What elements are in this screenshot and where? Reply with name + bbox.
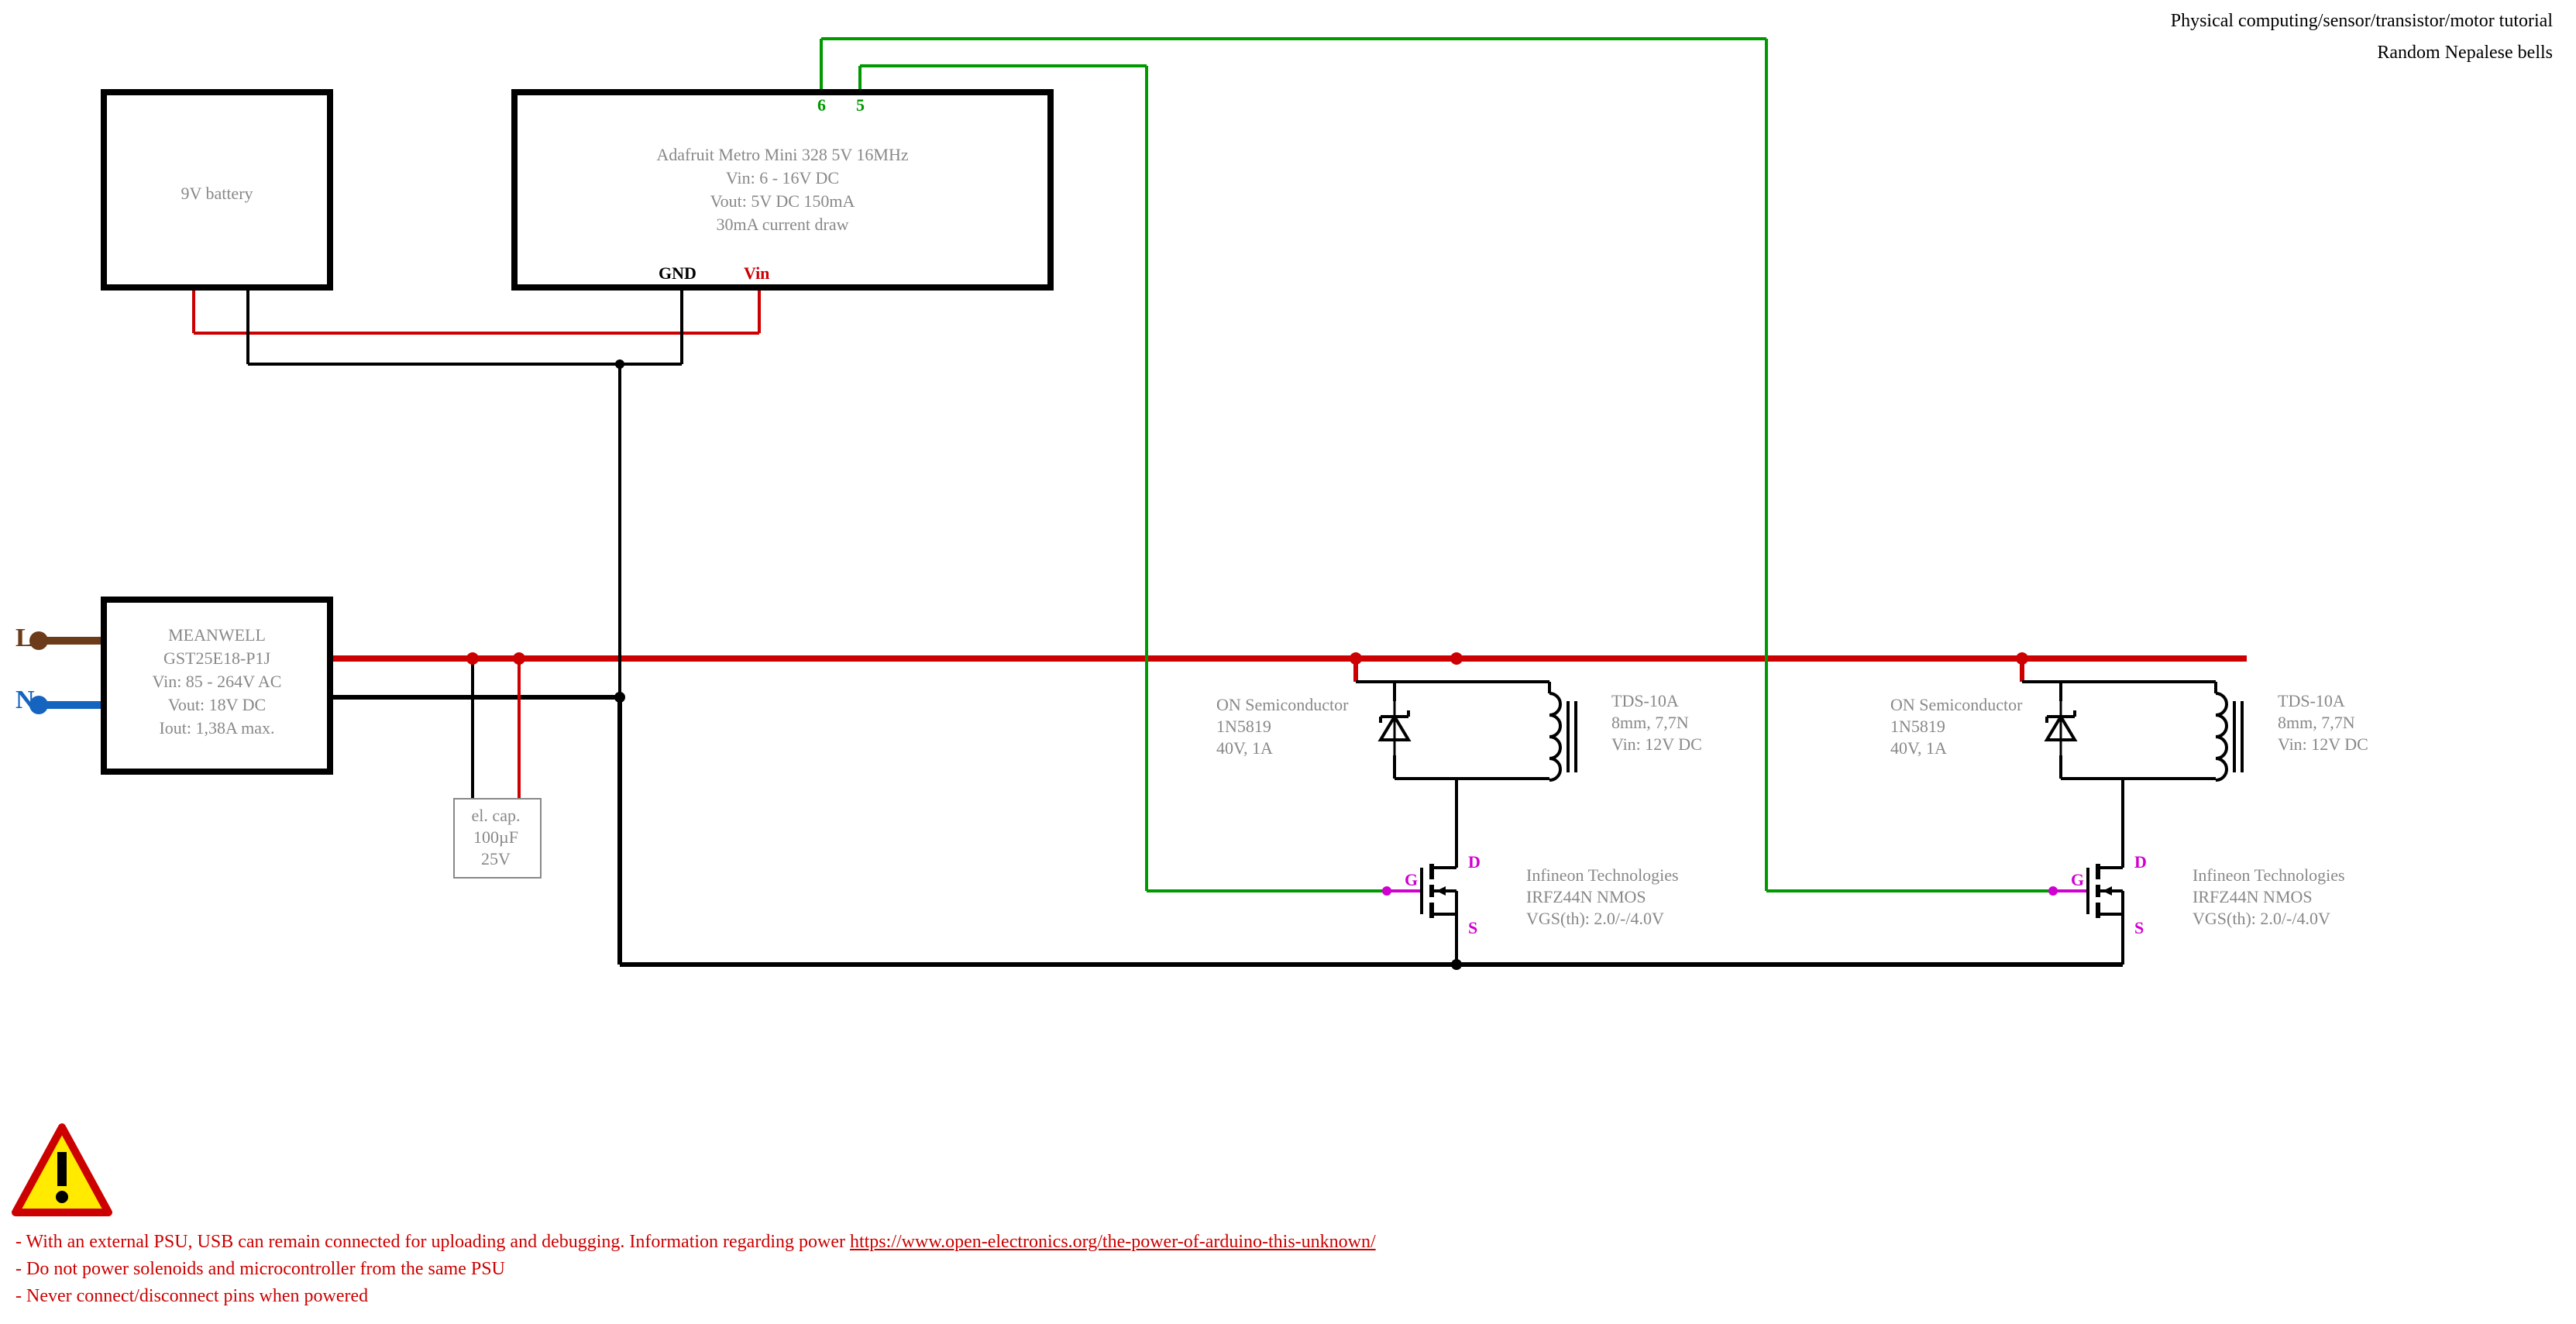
diode1-line1: ON Semiconductor [1216, 693, 1348, 717]
psu-line4: Vout: 18V DC [101, 693, 333, 717]
sol1-line3: Vin: 12V DC [1611, 733, 1702, 756]
mcu-line3: Vout: 5V DC 150mA [511, 190, 1054, 213]
warn-1-link[interactable]: https://www.open-electronics.org/the-pow… [850, 1232, 1376, 1252]
sol2-line1: TDS-10A [2278, 690, 2345, 713]
diode1-line2: 1N5819 [1216, 715, 1271, 738]
mains-L: L [15, 624, 33, 653]
sol2-line3: Vin: 12V DC [2278, 733, 2368, 756]
page-title-2: Random Nepalese bells [2377, 43, 2553, 64]
mosfet1-line1: Infineon Technologies [1526, 864, 1679, 887]
warn-3: - Never connect/disconnect pins when pow… [15, 1286, 368, 1307]
sol1-line1: TDS-10A [1611, 690, 1679, 713]
cap-line2: 100µF [453, 826, 538, 849]
psu-line2: GST25E18-P1J [101, 647, 333, 670]
mcu-line1: Adafruit Metro Mini 328 5V 16MHz [511, 143, 1054, 167]
mcu-line2: Vin: 6 - 16V DC [511, 167, 1054, 190]
warn-2: - Do not power solenoids and microcontro… [15, 1259, 505, 1280]
psu-line3: Vin: 85 - 264V AC [101, 670, 333, 693]
page-title-1: Physical computing/sensor/transistor/mot… [2171, 11, 2553, 32]
mosfet2-line3: VGS(th): 2.0/-/4.0V [2193, 907, 2330, 930]
mosfet2-G: G [2071, 870, 2084, 890]
sol1-line2: 8mm, 7,7N [1611, 711, 1689, 734]
mosfet1-line2: IRFZ44N NMOS [1526, 886, 1646, 909]
mcu-pin-gnd: GND [659, 263, 696, 284]
psu-line1: MEANWELL [101, 624, 333, 647]
mosfet1-line3: VGS(th): 2.0/-/4.0V [1526, 907, 1664, 930]
diode2-line3: 40V, 1A [1890, 737, 1947, 760]
mosfet2-line1: Infineon Technologies [2193, 864, 2345, 887]
mosfet1-D: D [1468, 852, 1481, 872]
psu-line5: Iout: 1,38A max. [101, 717, 333, 740]
cap-line3: 25V [453, 848, 538, 871]
diode2-line2: 1N5819 [1890, 715, 1945, 738]
mosfet1-S: S [1468, 918, 1477, 938]
mcu-line4: 30mA current draw [511, 213, 1054, 236]
schematic-svg [0, 0, 2576, 1324]
diode1-line3: 40V, 1A [1216, 737, 1273, 760]
mosfet1-G: G [1405, 870, 1418, 890]
mosfet2-D: D [2134, 852, 2147, 872]
mcu-pin-5: 5 [856, 95, 865, 115]
cap-line1: el. cap. [453, 804, 538, 827]
battery-label: 9V battery [101, 182, 333, 205]
mosfet2-line2: IRFZ44N NMOS [2193, 886, 2313, 909]
sol2-line2: 8mm, 7,7N [2278, 711, 2355, 734]
mcu-pin-6: 6 [817, 95, 826, 115]
mains-N: N [15, 686, 35, 715]
diode2-line1: ON Semiconductor [1890, 693, 2022, 717]
mcu-pin-vin: Vin [744, 263, 769, 284]
warn-1: - With an external PSU, USB can remain c… [15, 1232, 1376, 1253]
mosfet2-S: S [2134, 918, 2144, 938]
